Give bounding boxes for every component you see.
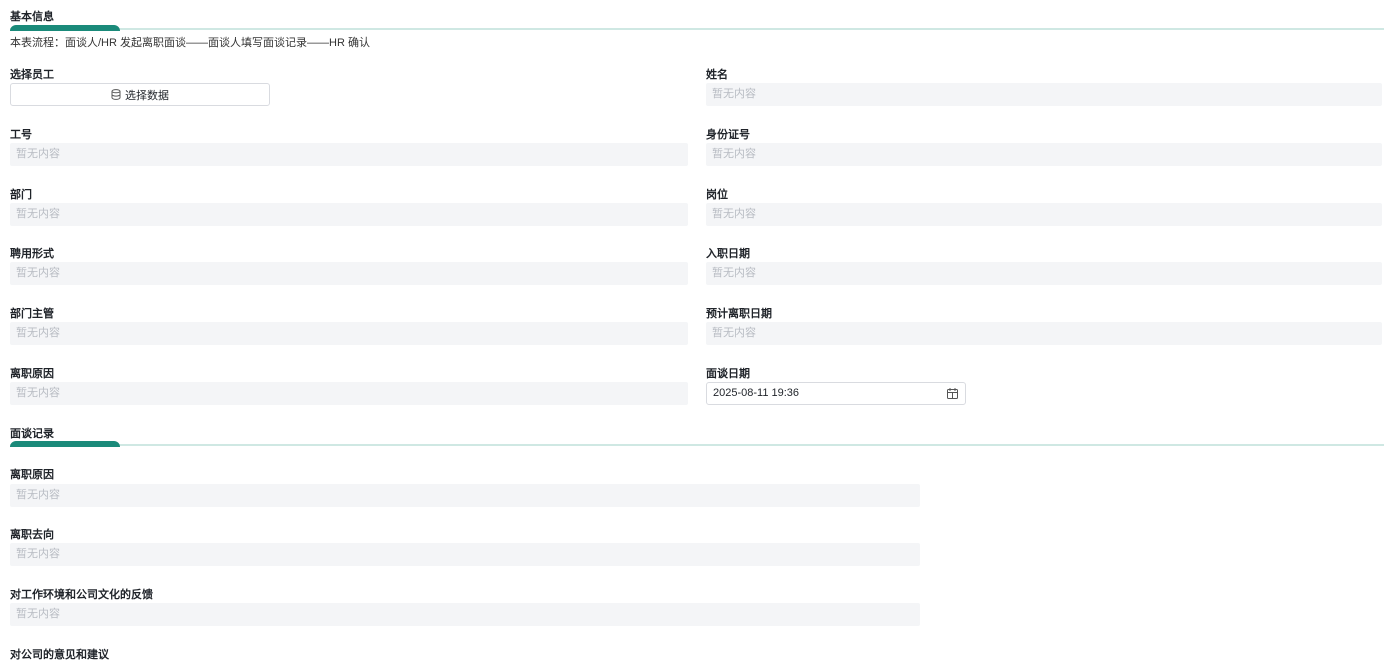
- culture-feedback-label: 对工作环境和公司文化的反馈: [10, 589, 153, 601]
- employee-id-label: 工号: [10, 129, 32, 141]
- form-flow-description: 本表流程：面谈人/HR 发起离职面谈——面谈人填写面谈记录——HR 确认: [10, 37, 370, 49]
- section-divider-basic-info: [10, 25, 1384, 31]
- id-card-field: 暂无内容: [706, 143, 1382, 166]
- leave-destination-label: 离职去向: [10, 529, 54, 541]
- select-employee-label: 选择员工: [10, 69, 54, 81]
- calendar-icon[interactable]: [947, 388, 958, 399]
- select-data-button[interactable]: 选择数据: [10, 83, 270, 106]
- section-title-basic-info: 基本信息: [10, 11, 54, 23]
- position-field: 暂无内容: [706, 203, 1382, 226]
- interview-date-value: 2025-08-11 19:36: [713, 387, 800, 399]
- hire-date-label: 入职日期: [706, 248, 750, 260]
- interview-date-label: 面谈日期: [706, 368, 750, 380]
- expected-leave-date-field: 暂无内容: [706, 322, 1382, 345]
- database-icon: [111, 89, 121, 100]
- department-manager-label: 部门主管: [10, 308, 54, 320]
- leave-reason-field: 暂无内容: [10, 382, 688, 405]
- company-suggestions-label: 对公司的意见和建议: [10, 649, 109, 661]
- interview-date-picker[interactable]: 2025-08-11 19:36: [706, 382, 966, 405]
- culture-feedback-field: 暂无内容: [10, 603, 920, 626]
- expected-leave-date-label: 预计离职日期: [706, 308, 772, 320]
- leave-reason-label: 离职原因: [10, 368, 54, 380]
- record-leave-reason-label: 离职原因: [10, 469, 54, 481]
- name-field: 暂无内容: [706, 83, 1382, 106]
- employment-type-label: 聘用形式: [10, 248, 54, 260]
- select-data-button-label: 选择数据: [125, 89, 169, 102]
- section-title-interview-record: 面谈记录: [10, 428, 54, 440]
- section-divider-interview-record: [10, 441, 1384, 447]
- department-label: 部门: [10, 189, 32, 201]
- hire-date-field: 暂无内容: [706, 262, 1382, 285]
- employment-type-field: 暂无内容: [10, 262, 688, 285]
- name-label: 姓名: [706, 69, 728, 81]
- department-manager-field: 暂无内容: [10, 322, 688, 345]
- record-leave-reason-field: 暂无内容: [10, 484, 920, 507]
- department-field: 暂无内容: [10, 203, 688, 226]
- id-card-label: 身份证号: [706, 129, 750, 141]
- employee-id-field: 暂无内容: [10, 143, 688, 166]
- leave-destination-field: 暂无内容: [10, 543, 920, 566]
- position-label: 岗位: [706, 189, 728, 201]
